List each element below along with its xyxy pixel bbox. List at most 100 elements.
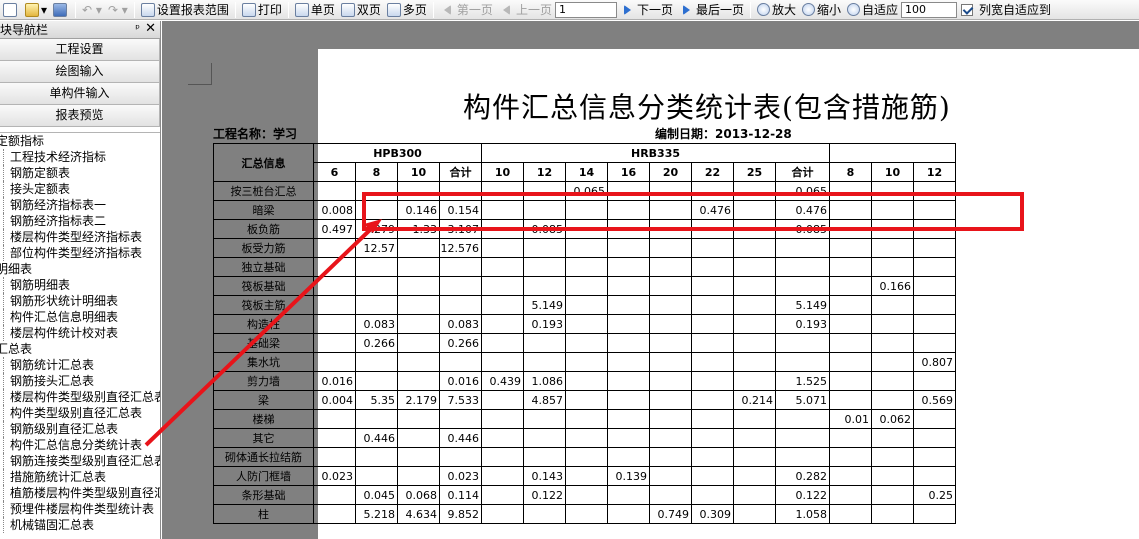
table-cell	[313, 409, 356, 429]
table-cell	[649, 371, 692, 391]
single-page-button[interactable]: 单页	[292, 1, 338, 19]
tree-item[interactable]: 构件汇总信息明细表	[0, 309, 160, 325]
tree-item[interactable]: 钢筋形状统计明细表	[0, 293, 160, 309]
tree-item[interactable]: 钢筋连接类型级别直径汇总表	[0, 453, 160, 469]
table-cell	[565, 276, 608, 296]
table-cell	[829, 219, 872, 239]
table-cell	[481, 390, 524, 410]
prev-page-button[interactable]: 上一页	[496, 1, 555, 19]
table-cell	[913, 314, 956, 334]
col-header-info: 汇总信息	[213, 143, 314, 182]
table-cell	[649, 314, 692, 334]
next-page-button[interactable]: 下一页	[617, 1, 676, 19]
double-page-button[interactable]: 双页	[338, 1, 384, 19]
table-cell	[481, 466, 524, 486]
table-cell: 0.476	[775, 200, 830, 220]
table-cell: 0.214	[733, 390, 776, 410]
table-cell	[313, 428, 356, 448]
diameter-header: 10	[397, 162, 440, 182]
tree-item[interactable]: 楼层构件类型级别直径汇总表	[0, 389, 160, 405]
undo-icon[interactable]: ↶ ▾	[79, 1, 105, 19]
table-cell	[397, 428, 440, 448]
tree-item[interactable]: 钢筋级别直径汇总表	[0, 421, 160, 437]
new-file-icon[interactable]	[0, 1, 22, 19]
module-buttons: 工程设置 绘图输入 单构件输入 报表预览	[0, 39, 160, 127]
tree-item[interactable]: 钢筋经济指标表二	[0, 213, 160, 229]
tree-category[interactable]: 汇总表	[0, 341, 160, 357]
fit-label: 自适应	[862, 3, 899, 17]
tree-item[interactable]: 构件汇总信息分类统计表	[0, 437, 160, 453]
tree-item[interactable]: 楼层构件统计校对表	[0, 325, 160, 341]
table-cell	[355, 409, 398, 429]
table-cell	[355, 371, 398, 391]
zoom-input[interactable]: 100	[901, 1, 958, 18]
table-cell	[397, 257, 440, 277]
nav-button[interactable]: 绘图输入	[0, 61, 160, 83]
table-cell	[733, 181, 776, 201]
tree-item[interactable]: 预埋件楼层构件类型统计表	[0, 501, 160, 517]
nav-button[interactable]: 单构件输入	[0, 83, 160, 105]
table-cell	[913, 276, 956, 296]
tree-item[interactable]: 楼层构件类型经济指标表	[0, 229, 160, 245]
table-cell	[871, 238, 914, 258]
tree-item[interactable]: 钢筋接头汇总表	[0, 373, 160, 389]
tree-item[interactable]: 构件类型级别直径汇总表	[0, 405, 160, 421]
multi-page-button[interactable]: 多页	[384, 1, 430, 19]
set-range-button[interactable]: 设置报表范围	[138, 1, 232, 19]
tree-category[interactable]: 定额指标	[0, 133, 160, 149]
tree-item[interactable]: 机械锚固汇总表	[0, 517, 160, 533]
table-row: 人防门框墙 0.023 0.023 0.143 0.139 0.282	[213, 466, 956, 486]
print-button[interactable]: 打印	[239, 1, 285, 19]
tree-item[interactable]: 措施筋统计汇总表	[0, 469, 160, 485]
table-cell	[565, 447, 608, 467]
multi-page-label: 多页	[402, 3, 427, 17]
table-cell: 0.023	[439, 466, 482, 486]
nav-button[interactable]: 工程设置	[0, 39, 160, 61]
save-icon[interactable]	[50, 1, 72, 19]
tree-item[interactable]: 钢筋统计汇总表	[0, 357, 160, 373]
table-cell: 0.749	[649, 504, 692, 524]
nav-button[interactable]: 报表预览	[0, 105, 160, 127]
tree-item[interactable]: 钢筋定额表	[0, 165, 160, 181]
printer-icon	[241, 2, 256, 17]
tree-item[interactable]: 植筋楼层构件类型级别直径汇总表	[0, 485, 160, 501]
table-cell	[607, 371, 650, 391]
zoom-out-button[interactable]: 缩小	[799, 1, 844, 19]
first-page-button[interactable]: 第一页	[437, 1, 496, 19]
page-number-input[interactable]: 1	[554, 1, 617, 18]
tree-item[interactable]: 钢筋明细表	[0, 277, 160, 293]
pin-icon[interactable]: ᵖ	[135, 22, 140, 35]
tree-item[interactable]: 钢筋经济指标表一	[0, 197, 160, 213]
table-cell: 4.857	[523, 390, 566, 410]
table-cell	[649, 257, 692, 277]
zoom-in-button[interactable]: 放大	[754, 1, 799, 19]
tree-item[interactable]: 接头定额表	[0, 181, 160, 197]
table-cell: 0.476	[691, 200, 734, 220]
table-cell	[871, 352, 914, 372]
report-date: 编制日期：2013-12-28	[655, 127, 792, 141]
table-cell: 0.193	[775, 314, 830, 334]
close-icon[interactable]: ✕	[145, 21, 156, 36]
table-cell	[481, 447, 524, 467]
single-page-label: 单页	[310, 3, 335, 17]
table-cell: 0.143	[523, 466, 566, 486]
group-header-next	[829, 143, 956, 163]
diameter-header: 12	[913, 162, 956, 182]
table-cell	[649, 352, 692, 372]
table-cell	[733, 276, 776, 296]
open-folder-icon[interactable]: ▾	[22, 1, 50, 19]
table-row: 梁 0.004 5.35 2.179 7.533 4.857 0.214 5.071 0.569	[213, 390, 956, 410]
last-page-button[interactable]: 最后一页	[676, 1, 747, 19]
tree-item[interactable]: 部位构件类型经济指标表	[0, 245, 160, 261]
redo-icon[interactable]: ↷ ▾	[105, 1, 131, 19]
table-cell	[649, 333, 692, 353]
table-cell	[829, 314, 872, 334]
table-row: 柱 5.218 4.634 9.852 0.749 0.309 1.058	[213, 504, 956, 524]
table-cell	[313, 181, 356, 201]
fit-button[interactable]: 自适应	[844, 1, 901, 19]
column-fit-checkbox[interactable]	[961, 3, 974, 16]
table-cell	[913, 257, 956, 277]
tree-category[interactable]: 明细表	[0, 261, 160, 277]
print-label: 打印	[257, 3, 282, 17]
tree-item[interactable]: 工程技术经济指标	[0, 149, 160, 165]
